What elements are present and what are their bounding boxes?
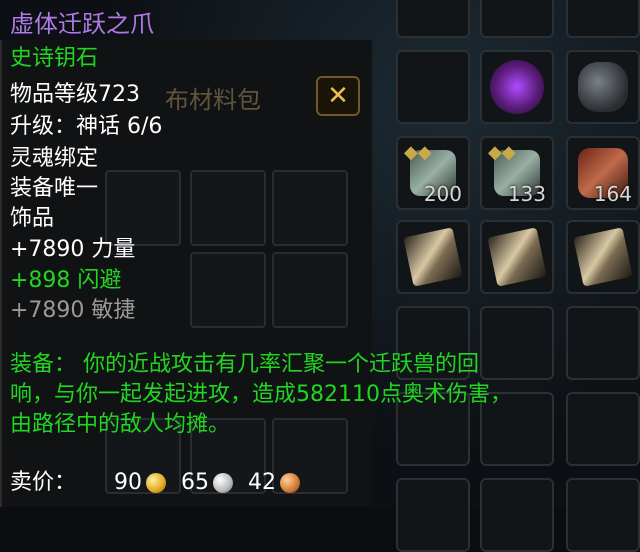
- stack-count: 200: [423, 182, 462, 206]
- bag-slot[interactable]: [396, 50, 470, 124]
- gold-coin-icon: [146, 473, 167, 493]
- stat-strength: +7890 力量: [10, 237, 136, 262]
- item-slot-type: 饰品: [10, 206, 55, 231]
- item-quality: 史诗钥石: [10, 46, 99, 71]
- bag-slot[interactable]: [396, 478, 470, 552]
- scroll-icon: [403, 227, 463, 287]
- stat-agility: +7890 敏捷: [10, 298, 136, 323]
- bag-slot-scroll[interactable]: [566, 220, 640, 294]
- item-level: 物品等级723: [10, 82, 140, 107]
- scroll-icon: [573, 227, 633, 287]
- bag-slot-stack[interactable]: ◆◆ 133: [480, 136, 554, 210]
- bind-type: 灵魂绑定: [10, 146, 99, 171]
- equip-effect-line-3: 由路径中的敌人均摊。: [10, 412, 231, 437]
- fist-icon: [578, 62, 628, 112]
- stack-count: 133: [507, 182, 546, 206]
- bag-slot[interactable]: [566, 306, 640, 380]
- bag-slot-stack[interactable]: ◆◆ 200: [396, 136, 470, 210]
- stat-dodge: +898 闪避: [10, 268, 122, 293]
- stack-count: 164: [593, 182, 632, 206]
- equip-effect-line-2: 响，与你一起发起进攻，造成582110点奥术伤害，: [10, 382, 512, 407]
- bag-slot-scroll[interactable]: [480, 220, 554, 294]
- bag-slot-fist-item[interactable]: [566, 50, 640, 124]
- bag-slot[interactable]: [480, 0, 554, 38]
- bag-slot[interactable]: [396, 0, 470, 38]
- bag-slot[interactable]: [566, 392, 640, 466]
- sell-copper-value: 42: [248, 470, 277, 495]
- bag-slot[interactable]: [480, 306, 554, 380]
- item-tooltip: 虚体迁跃之爪 史诗钥石 物品等级723 升级：神话 6/6 灵魂绑定 装备唯一 …: [0, 0, 512, 507]
- quality-gems-icon: ◆◆: [404, 142, 432, 163]
- sell-silver-value: 65: [181, 470, 210, 495]
- sell-price: 卖价： 90 65 42: [10, 464, 308, 496]
- quality-gems-icon: ◆◆: [488, 142, 516, 163]
- bag-slot[interactable]: [566, 0, 640, 38]
- sell-gold-value: 90: [114, 470, 143, 495]
- unique-equipped: 装备唯一: [10, 176, 99, 201]
- sell-price-label: 卖价：: [10, 470, 77, 495]
- copper-coin-icon: [280, 473, 301, 493]
- bag-slot[interactable]: [480, 478, 554, 552]
- scroll-icon: [487, 227, 547, 287]
- purple-orb-icon: [490, 60, 544, 114]
- equip-effect-line-1: 装备： 你的近战攻击有几率汇聚一个迁跃兽的回: [10, 352, 479, 377]
- bag-slot-stack[interactable]: 164: [566, 136, 640, 210]
- bag-slot-scroll[interactable]: [396, 220, 470, 294]
- bag-slot-purple-item[interactable]: [480, 50, 554, 124]
- silver-coin-icon: [213, 473, 234, 493]
- item-name: 虚体迁跃之爪: [10, 10, 154, 38]
- upgrade-level: 升级：神话 6/6: [10, 114, 163, 139]
- bag-slot[interactable]: [566, 478, 640, 552]
